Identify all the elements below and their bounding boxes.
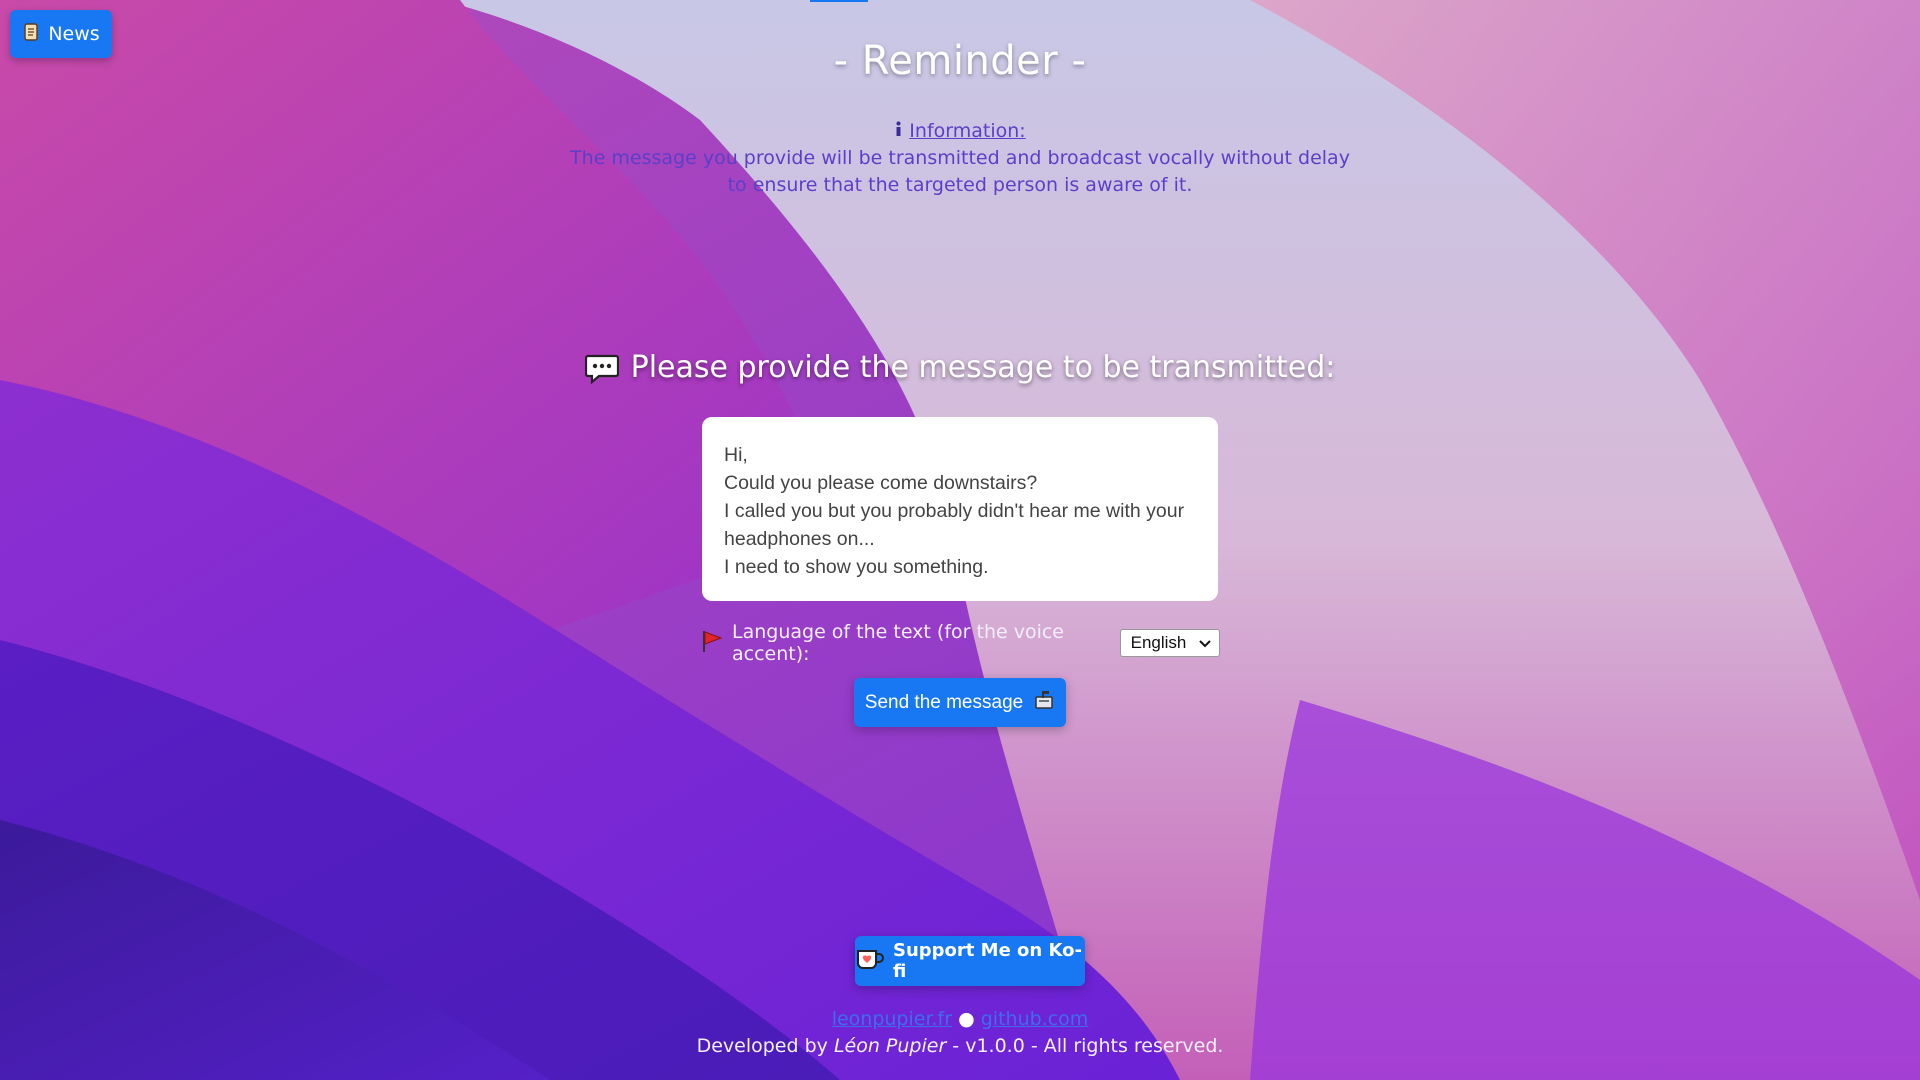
send-message-button[interactable]: Send the message <box>854 678 1066 727</box>
message-textarea[interactable]: Hi, Could you please come downstairs? I … <box>702 417 1218 601</box>
ko-fi-cup-icon <box>855 947 885 976</box>
link-separator: ● <box>958 1008 975 1030</box>
info-block: Information: The message you provide wil… <box>560 118 1360 199</box>
info-text: The message you provide will be transmit… <box>570 147 1350 196</box>
footer-links: leonpupier.fr ● github.com <box>0 1008 1920 1030</box>
footer-suffix: - v1.0.0 - All rights reserved. <box>946 1035 1224 1057</box>
language-row: Language of the text (for the voice acce… <box>700 621 1220 665</box>
top-tab-indicator <box>810 0 868 2</box>
chevron-down-icon <box>1199 633 1211 653</box>
footer-author: Léon Pupier <box>833 1035 947 1057</box>
site-link[interactable]: leonpupier.fr <box>832 1008 952 1030</box>
language-select[interactable]: English <box>1119 629 1220 657</box>
prompt-heading: Please provide the message to be transmi… <box>0 350 1920 385</box>
footer-credits: Developed by Léon Pupier - v1.0.0 - All … <box>0 1035 1920 1057</box>
mailbox-icon <box>1033 689 1055 717</box>
kofi-support-button[interactable]: Support Me on Ko-fi <box>855 936 1085 986</box>
info-heading: Information: <box>894 118 1026 145</box>
speech-bubble-icon <box>584 354 619 384</box>
red-flag-icon <box>700 629 724 657</box>
prompt-text: Please provide the message to be transmi… <box>630 350 1336 385</box>
info-label: Information: <box>909 120 1026 142</box>
kofi-button-label: Support Me on Ko-fi <box>893 940 1082 982</box>
page-title: - Reminder - <box>833 38 1087 84</box>
language-label: Language of the text (for the voice acce… <box>732 621 1064 665</box>
footer-prefix: Developed by <box>696 1035 834 1057</box>
send-button-label: Send the message <box>864 691 1024 713</box>
language-selected-value: English <box>1130 633 1187 652</box>
github-link[interactable]: github.com <box>981 1008 1089 1030</box>
info-icon <box>894 118 903 145</box>
